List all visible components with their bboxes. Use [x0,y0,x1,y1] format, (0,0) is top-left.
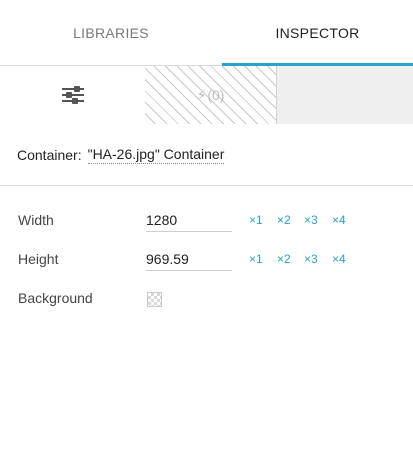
width-multiplier-3[interactable]: ×3 [304,209,318,231]
subtab-properties[interactable] [0,66,145,124]
bolt-icon: ⚡︎ [196,86,207,103]
width-multiplier-1[interactable]: ×1 [249,209,263,231]
height-input[interactable]: 969.59 [146,248,232,271]
height-multiplier-1[interactable]: ×1 [249,248,263,270]
height-label: Height [18,251,59,267]
subtab-interactions[interactable]: ⚡︎ (0) [145,66,277,124]
height-multiplier-3[interactable]: ×3 [304,248,318,270]
height-multiplier-2[interactable]: ×2 [277,248,291,270]
width-label: Width [18,212,54,228]
tab-libraries[interactable]: LIBRARIES [0,0,222,66]
height-row: Height 969.59 ×1 ×2 ×3 ×4 [0,248,413,276]
tab-inspector[interactable]: INSPECTOR [222,0,413,66]
background-row: Background [0,287,413,315]
width-row: Width 1280 ×1 ×2 ×3 ×4 [0,209,413,237]
inspector-subtabs: ⚡︎ (0) [0,66,413,124]
container-label: Container: [17,146,82,163]
width-multiplier-2[interactable]: ×2 [277,209,291,231]
background-color-swatch[interactable] [147,292,162,307]
subtab-empty-area [277,66,413,124]
sliders-icon [61,86,84,104]
width-input[interactable]: 1280 [146,209,232,232]
width-multiplier-4[interactable]: ×4 [332,209,346,231]
container-name-link[interactable]: "HA-26.jpg" Container [87,146,225,164]
container-info: Container: "HA-26.jpg" Container [0,124,413,186]
background-label: Background [18,290,93,306]
height-multiplier-4[interactable]: ×4 [332,248,346,270]
interactions-count: (0) [207,87,225,103]
inspector-panel: LIBRARIES INSPECTOR ⚡︎ (0) Container: "H… [0,0,413,454]
panel-tabs: LIBRARIES INSPECTOR [0,0,413,66]
